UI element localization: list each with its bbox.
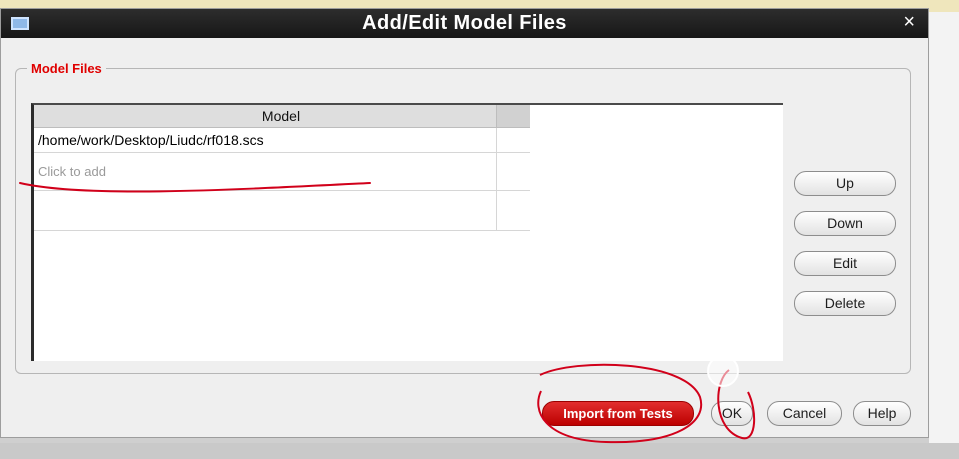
dialog-titlebar[interactable]: Add/Edit Model Files ×	[1, 9, 928, 38]
table-side-cell	[496, 128, 530, 152]
screen: Add/Edit Model Files × Model Files Model…	[0, 0, 959, 459]
table-side-cell	[496, 153, 530, 190]
close-icon[interactable]: ×	[903, 12, 915, 32]
background-window-edge	[928, 12, 959, 459]
dialog-title: Add/Edit Model Files	[362, 12, 567, 34]
add-edit-model-files-dialog: Add/Edit Model Files × Model Files Model…	[0, 8, 929, 438]
model-files-group-label: Model Files	[27, 61, 106, 76]
table-row[interactable]: /home/work/Desktop/Liudc/rf018.scs	[34, 128, 530, 153]
up-button[interactable]: Up	[794, 171, 896, 196]
model-path-cell[interactable]: /home/work/Desktop/Liudc/rf018.scs	[38, 128, 496, 152]
background-bottom-bar	[0, 443, 959, 459]
delete-button[interactable]: Delete	[794, 291, 896, 316]
ok-button[interactable]: OK	[711, 401, 753, 426]
model-column-header[interactable]: Model	[34, 105, 528, 128]
edit-button[interactable]: Edit	[794, 251, 896, 276]
table-side-cell	[496, 191, 530, 230]
table-row[interactable]: Click to add	[34, 153, 530, 191]
table-row[interactable]	[34, 191, 530, 231]
extra-column-header	[496, 105, 530, 128]
cancel-button[interactable]: Cancel	[767, 401, 842, 426]
help-button[interactable]: Help	[853, 401, 911, 426]
down-button[interactable]: Down	[794, 211, 896, 236]
click-to-add-cell[interactable]: Click to add	[38, 153, 496, 190]
import-from-tests-button[interactable]: Import from Tests	[542, 401, 694, 426]
model-files-table[interactable]: Model /home/work/Desktop/Liudc/rf018.scs…	[31, 103, 783, 361]
